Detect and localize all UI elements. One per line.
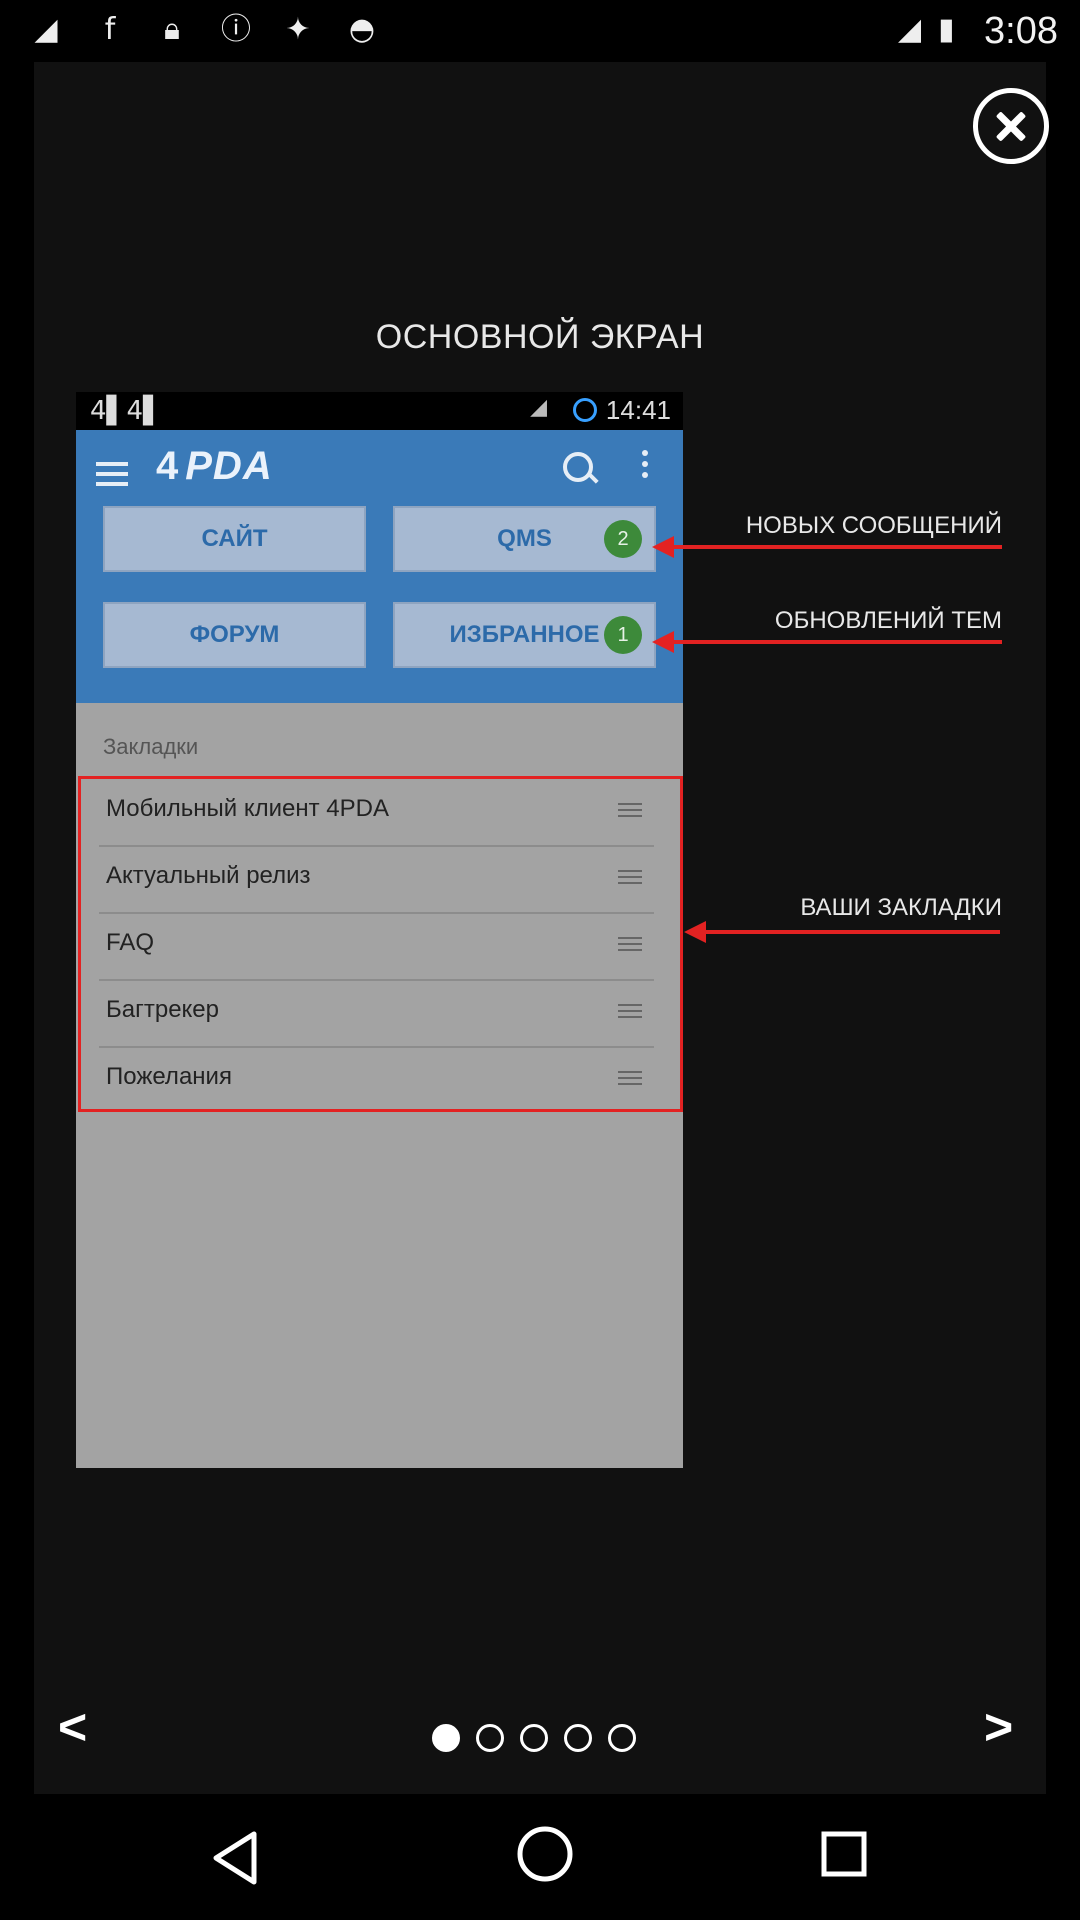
qms-button: QMS 2 [393, 506, 656, 572]
forum-button: ФОРУМ [103, 602, 366, 668]
drag-handle-icon [618, 1004, 642, 1022]
facebook-icon: f [104, 12, 116, 47]
page-dot[interactable] [432, 1724, 460, 1752]
bookmarks-header: Закладки [103, 734, 199, 759]
list-item: Актуальный релиз [99, 846, 654, 914]
bookmarks-list: Мобильный клиент 4PDA Актуальный релиз F… [78, 776, 683, 1112]
recent-apps-button[interactable] [820, 1830, 868, 1878]
tutorial-screenshot: 4▌4▌ ◢ 14:41 4 PDA САЙТ QMS 2 ФОРУМ ИЗБРА… [76, 392, 683, 1468]
page-dot[interactable] [608, 1724, 636, 1752]
search-icon [563, 452, 593, 482]
recent-apps-icon [821, 1831, 867, 1877]
signal-icon: ◢ [34, 12, 58, 47]
list-item: FAQ [99, 913, 654, 981]
drag-handle-icon [618, 1071, 642, 1089]
arrow-bookmarks [684, 921, 1000, 943]
status-time: 3:08 [984, 10, 1058, 52]
annotation-new-messages: НОВЫХ СООБЩЕНИЙ [745, 512, 1002, 539]
inner-wifi-icon: ◢ [530, 394, 547, 419]
wifi-signal-icon: ◢ [898, 12, 922, 47]
favorites-button: ИЗБРАННОЕ 1 [393, 602, 656, 668]
inner-status-bar: 4▌4▌ ◢ 14:41 [76, 392, 683, 430]
prev-button[interactable]: < [58, 1698, 87, 1756]
drag-handle-icon [618, 803, 642, 821]
inner-sync-icon [573, 398, 597, 422]
page-dot[interactable] [520, 1724, 548, 1752]
home-button[interactable] [515, 1824, 575, 1884]
page-dot[interactable] [564, 1724, 592, 1752]
android-icon: ◓ [348, 12, 376, 47]
drag-handle-icon [618, 937, 642, 955]
inner-header: 4 PDA САЙТ QMS 2 ФОРУМ ИЗБРАННОЕ 1 [76, 430, 683, 703]
app-logo: 4 PDA [156, 444, 273, 488]
more-icon [642, 450, 648, 483]
home-icon [517, 1826, 573, 1882]
status-bar: ◢ f 🔒︎ ⓘ ✦ ◓ ◢ ▮ 3:08 [0, 0, 1080, 62]
list-item: Багтрекер [99, 980, 654, 1048]
menu-icon [96, 456, 128, 492]
info-icon: ⓘ [221, 12, 251, 47]
next-button[interactable]: > [984, 1698, 1013, 1756]
list-item: Мобильный клиент 4PDA [99, 779, 654, 847]
back-icon [213, 1831, 257, 1885]
lock-icon: 🔒︎ [164, 12, 180, 47]
favorites-badge: 1 [604, 616, 642, 654]
annotation-topic-updates: ОБНОВЛЕНИЙ ТЕМ [774, 607, 1002, 634]
inner-time: 14:41 [605, 395, 671, 425]
battery-icon: ▮ [938, 12, 955, 47]
inner-signal-icon: 4▌4▌ [90, 396, 164, 426]
list-item: Пожелания [99, 1047, 654, 1113]
annotation-bookmarks: ВАШИ ЗАКЛАДКИ [800, 894, 1002, 921]
drag-handle-icon [618, 870, 642, 888]
arrow-new-messages [652, 536, 1002, 558]
site-button: САЙТ [103, 506, 366, 572]
system-nav-bar [0, 1794, 1080, 1920]
tutorial-title: ОСНОВНОЙ ЭКРАН [375, 318, 705, 356]
qms-badge: 2 [604, 520, 642, 558]
page-dot[interactable] [476, 1724, 504, 1752]
arrow-topic-updates [652, 631, 1002, 653]
close-button[interactable] [973, 88, 1049, 164]
satellite-icon: ✦ [285, 12, 311, 47]
